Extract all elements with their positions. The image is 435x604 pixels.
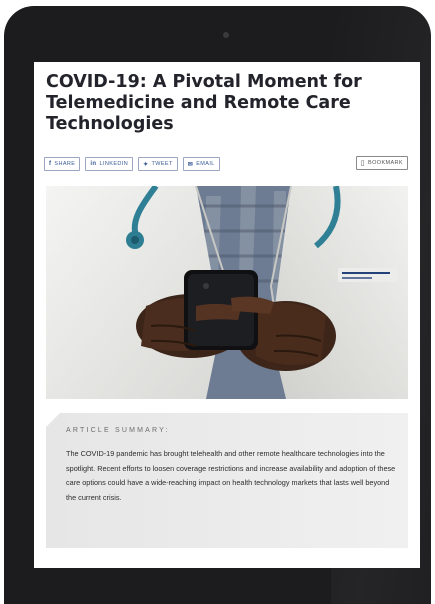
summary-body: The COVID-19 pandemic has brought telehe…	[66, 449, 396, 502]
share-facebook-button[interactable]: f SHARE	[44, 157, 81, 171]
bookmark-button[interactable]: ▯ BOOKMARK	[355, 156, 408, 170]
linkedin-icon: in	[90, 161, 97, 167]
article-summary: ARTICLE SUMMARY: The COVID-19 pandemic h…	[46, 413, 408, 548]
email-label: EMAIL	[196, 161, 215, 167]
share-email-button[interactable]: ✉ EMAIL	[182, 157, 220, 171]
tablet-frame: COVID-19: A Pivotal Moment for Telemedic…	[4, 6, 431, 604]
bookmark-label: BOOKMARK	[368, 160, 403, 166]
camera-dot	[223, 32, 229, 38]
hero-image	[46, 186, 408, 399]
linkedin-label: LINKEDIN	[99, 161, 129, 167]
share-linkedin-button[interactable]: in LINKEDIN	[85, 157, 134, 171]
article-title: COVID-19: A Pivotal Moment for Telemedic…	[46, 72, 362, 134]
facebook-icon: f	[49, 161, 52, 167]
share-tweet-button[interactable]: ✦ TWEET	[138, 157, 178, 171]
email-icon: ✉	[187, 161, 194, 168]
tablet-screen: COVID-19: A Pivotal Moment for Telemedic…	[34, 62, 420, 568]
summary-corner-fold	[46, 413, 60, 427]
tweet-label: TWEET	[151, 161, 173, 167]
doctor-with-phone-illustration	[46, 186, 408, 399]
share-bar: f SHARE in LINKEDIN ✦ TWEET ✉ EMAIL	[44, 157, 220, 171]
share-label: SHARE	[54, 161, 76, 167]
summary-heading: ARTICLE SUMMARY:	[66, 427, 170, 434]
twitter-icon: ✦	[143, 161, 149, 168]
bookmark-icon: ▯	[360, 160, 366, 167]
